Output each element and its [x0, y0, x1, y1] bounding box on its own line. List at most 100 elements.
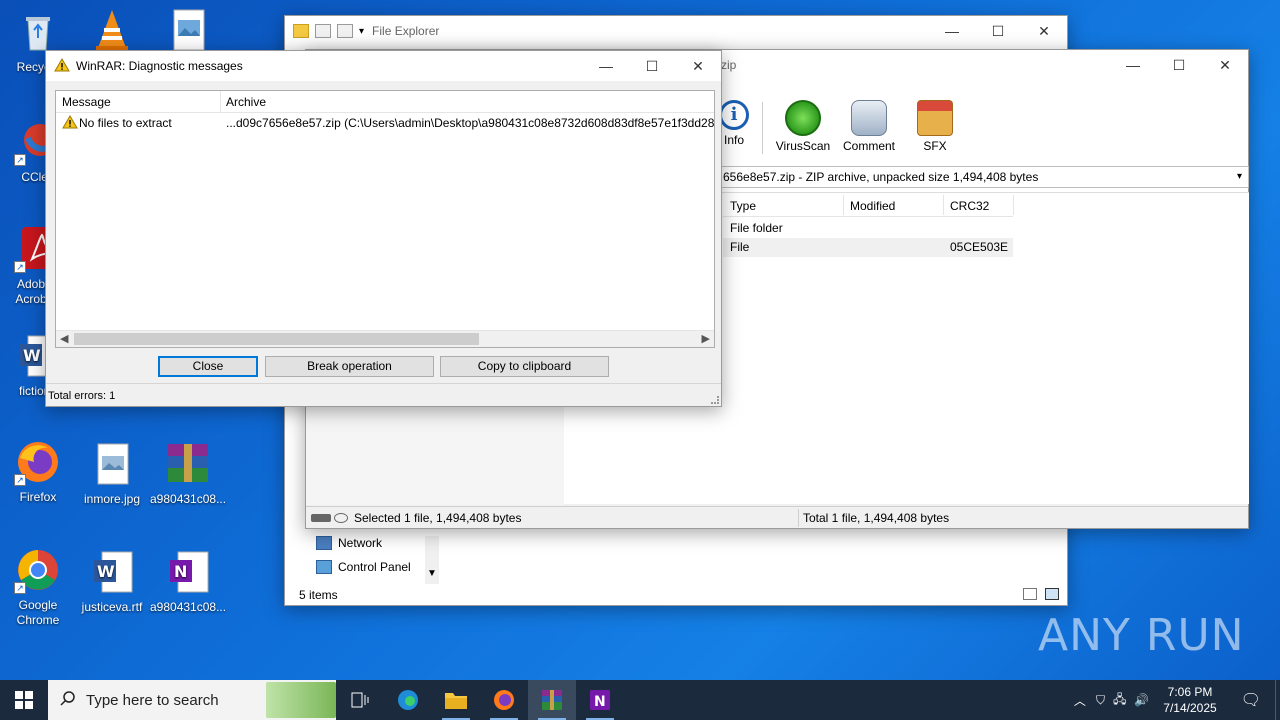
column-header-type[interactable]: Type — [730, 199, 756, 213]
volume-icon[interactable]: 🔊 — [1130, 693, 1153, 707]
recycle-bin-icon — [14, 8, 62, 56]
column-divider[interactable] — [943, 195, 944, 215]
show-desktop-button[interactable] — [1275, 680, 1280, 720]
drive-icon — [311, 513, 331, 522]
search-icon — [60, 690, 76, 710]
large-icons-view-icon[interactable] — [1045, 588, 1059, 600]
folder-icon[interactable] — [293, 24, 309, 38]
scroll-right-icon[interactable]: ▶ — [702, 332, 710, 345]
desktop-icon-onenote[interactable]: N a980431c08... — [150, 548, 226, 615]
total-errors-text: Total errors: 1 — [48, 390, 116, 402]
copy-to-clipboard-button[interactable]: Copy to clipboard — [440, 356, 609, 377]
column-header-crc[interactable]: CRC32 — [950, 199, 989, 213]
system-tray: ︿ ⛉ 🖧 🔊 7:06 PM 7/14/2025 🗨 — [1068, 680, 1280, 720]
desktop-icon-winrar-archive[interactable]: a980431c08... — [150, 440, 226, 507]
winrar-toolbar: i Info VirusScan Comment SFX — [716, 100, 965, 156]
dialog-title: WinRAR: Diagnostic messages — [76, 59, 243, 73]
notification-icon[interactable]: 🗨 — [1227, 690, 1275, 710]
chrome-icon: ↗ — [14, 546, 62, 594]
rtf-file-icon: W — [88, 548, 136, 596]
nav-scrollbar[interactable]: ▼ — [425, 536, 439, 584]
dialog-titlebar[interactable]: WinRAR: Diagnostic messages — ☐ ✕ — [46, 51, 721, 81]
shortcut-arrow-icon: ↗ — [14, 261, 26, 273]
chevron-down-icon[interactable]: ▼ — [427, 568, 437, 579]
horizontal-scrollbar[interactable]: ◀ ▶ — [56, 330, 714, 347]
minimize-button[interactable]: — — [1110, 50, 1156, 80]
archive-path-bar[interactable]: 656e8e57.zip - ZIP archive, unpacked siz… — [716, 166, 1249, 188]
diagnostic-messages-dialog[interactable]: WinRAR: Diagnostic messages — ☐ ✕ Messag… — [45, 50, 722, 407]
chevron-down-icon[interactable]: ▾ — [1237, 167, 1242, 187]
network-icon[interactable]: 🖧 — [1109, 690, 1130, 711]
taskbar-winrar[interactable] — [528, 680, 576, 720]
toolbar-sfx-button[interactable]: SFX — [905, 100, 965, 156]
nav-item-control-panel[interactable]: Control Panel — [316, 560, 411, 574]
close-button[interactable]: ✕ — [1021, 16, 1067, 46]
column-divider[interactable] — [843, 195, 844, 215]
close-button[interactable]: ✕ — [1202, 50, 1248, 80]
column-divider[interactable] — [1013, 195, 1014, 215]
warning-icon — [54, 57, 70, 75]
message-list[interactable]: Message Archive No files to extract ...d… — [55, 90, 715, 348]
onenote-icon: N — [590, 690, 610, 710]
desktop-icon-label: Firefox — [19, 490, 57, 504]
toolbar-virusscan-button[interactable]: VirusScan — [773, 100, 833, 156]
taskbar-onenote[interactable]: N — [576, 680, 624, 720]
details-view-icon[interactable] — [1023, 588, 1037, 600]
desktop-icon-rtf[interactable]: W justiceva.rtf — [74, 548, 150, 615]
warning-icon — [62, 115, 78, 132]
toolbar-comment-button[interactable]: Comment — [839, 100, 899, 156]
status-total: Total 1 file, 1,494,408 bytes — [803, 510, 950, 525]
taskbar-search[interactable]: Type here to search — [48, 680, 336, 720]
desktop-icon-firefox[interactable]: ↗ Firefox — [0, 438, 76, 505]
search-highlight-icon — [266, 682, 336, 718]
winrar-archive-icon — [164, 440, 212, 488]
explorer-titlebar[interactable]: ▾ File Explorer — ☐ ✕ — [285, 16, 1067, 46]
cell-crc: 05CE503E — [950, 240, 1009, 254]
maximize-button[interactable]: ☐ — [975, 16, 1021, 46]
nav-item-network[interactable]: Network — [316, 536, 382, 550]
column-header-modified[interactable]: Modified — [850, 199, 895, 213]
break-operation-button[interactable]: Break operation — [265, 356, 434, 377]
maximize-button[interactable]: ☐ — [1156, 50, 1202, 80]
scrollbar-thumb[interactable] — [74, 333, 479, 345]
properties-icon[interactable] — [315, 24, 331, 38]
minimize-button[interactable]: — — [929, 16, 975, 46]
taskbar-clock[interactable]: 7:06 PM 7/14/2025 — [1153, 684, 1226, 716]
items-count: 5 items — [299, 588, 338, 602]
column-header-message[interactable]: Message — [62, 95, 111, 109]
shortcut-arrow-icon: ↗ — [14, 582, 26, 594]
toolbar-label: Comment — [842, 139, 895, 153]
taskbar-edge[interactable] — [384, 680, 432, 720]
anyrun-watermark: ANY RUN — [1038, 610, 1245, 661]
maximize-button[interactable]: ☐ — [629, 51, 675, 81]
winrar-icon — [542, 690, 562, 710]
search-placeholder: Type here to search — [86, 691, 219, 709]
table-row[interactable]: File 05CE503E — [723, 238, 1013, 257]
new-folder-icon[interactable] — [337, 24, 353, 38]
network-icon — [316, 536, 332, 550]
minimize-button[interactable]: — — [583, 51, 629, 81]
firefox-icon — [494, 690, 514, 710]
virus-bug-icon — [785, 100, 821, 136]
column-divider[interactable] — [220, 91, 221, 113]
taskbar-file-explorer[interactable] — [432, 680, 480, 720]
column-header-archive[interactable]: Archive — [226, 95, 266, 109]
archive-path-text: 656e8e57.zip - ZIP archive, unpacked siz… — [723, 170, 1039, 184]
chevron-up-icon[interactable]: ︿ — [1068, 692, 1092, 709]
scroll-left-icon[interactable]: ◀ — [60, 332, 68, 345]
firefox-icon: ↗ — [14, 438, 62, 486]
desktop-icon-chrome[interactable]: ↗ Google Chrome — [0, 546, 76, 628]
table-row[interactable]: File folder — [723, 219, 1013, 238]
desktop-icon-jpg[interactable]: inmore.jpg — [74, 440, 150, 507]
resize-grip[interactable] — [711, 396, 719, 404]
security-icon[interactable]: ⛉ — [1092, 693, 1109, 708]
close-dialog-button[interactable]: Close — [158, 356, 258, 377]
desktop-icon-label: a980431c08... — [150, 600, 227, 614]
close-button[interactable]: ✕ — [675, 51, 721, 81]
archive-text: ...d09c7656e8e57.zip (C:\Users\admin\Des… — [226, 116, 715, 130]
svg-text:N: N — [594, 694, 606, 710]
taskbar-firefox[interactable] — [480, 680, 528, 720]
start-button[interactable] — [0, 680, 48, 720]
task-view-button[interactable] — [336, 680, 384, 720]
list-item[interactable]: No files to extract ...d09c7656e8e57.zip… — [56, 113, 714, 133]
